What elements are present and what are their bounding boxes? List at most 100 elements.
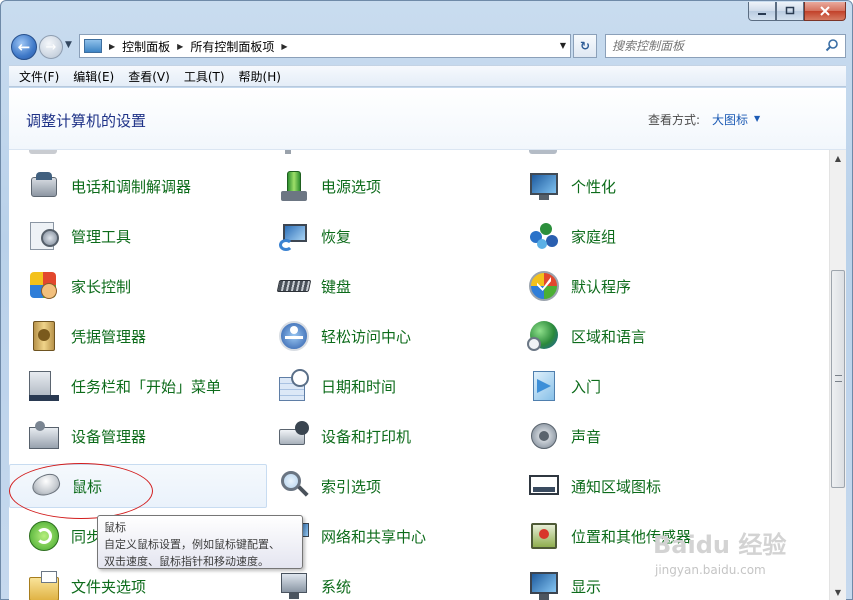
breadcrumb-arrow-icon[interactable]: ▶ — [281, 42, 287, 51]
control-panel-item[interactable]: 区域和语言 — [509, 314, 789, 358]
display-icon — [527, 569, 561, 600]
breadcrumb-arrow-icon[interactable]: ▶ — [109, 42, 115, 51]
chevron-down-icon[interactable]: ▼ — [754, 114, 760, 123]
menu-tools[interactable]: 工具(T) — [184, 68, 225, 85]
control-panel-item-label[interactable]: 显示 — [571, 576, 601, 597]
sound-icon — [527, 419, 561, 453]
system-icon — [277, 569, 311, 600]
control-panel-item-label[interactable]: 区域和语言 — [571, 326, 646, 347]
search-icon[interactable] — [825, 38, 839, 52]
control-panel-item[interactable]: 家庭组 — [509, 214, 789, 258]
control-panel-item-label[interactable]: 家庭组 — [571, 226, 616, 247]
control-panel-item[interactable]: 管理工具 — [9, 214, 267, 258]
back-button[interactable]: ← — [11, 34, 37, 60]
breadcrumb-all-items[interactable]: 所有控制面板项 — [190, 38, 274, 55]
ease-of-access-icon — [277, 319, 311, 353]
credential-manager-icon — [27, 319, 61, 353]
control-panel-item[interactable]: 电话和调制解调器 — [9, 164, 267, 208]
control-panel-item[interactable]: 系统 — [259, 564, 509, 600]
control-panel-item[interactable]: 日期和时间 — [259, 364, 509, 408]
page-title: 调整计算机的设置 — [26, 112, 147, 130]
menu-bar: 文件(F) 编辑(E) 查看(V) 工具(T) 帮助(H) — [9, 65, 846, 87]
control-panel-item-label[interactable]: 设备和打印机 — [321, 426, 411, 447]
control-panel-item-label[interactable]: 系统 — [321, 576, 351, 597]
recent-pages-dropdown[interactable]: ▼ — [65, 40, 75, 52]
control-panel-item[interactable]: 家长控制 — [9, 264, 267, 308]
content-header: 调整计算机的设置 查看方式: 大图标 ▼ — [9, 88, 846, 150]
partial-item-icon — [29, 150, 57, 154]
address-bar[interactable]: ▶ 控制面板 ▶ 所有控制面板项 ▶ ▼ — [79, 34, 571, 58]
control-panel-item[interactable]: 默认程序 — [509, 264, 789, 308]
control-panel-item[interactable]: 设备和打印机 — [259, 414, 509, 458]
control-panel-item[interactable]: 通知区域图标 — [509, 464, 789, 508]
control-panel-item-label[interactable]: 管理工具 — [71, 226, 131, 247]
window-frame: ← → ▼ ▶ 控制面板 ▶ 所有控制面板项 ▶ ▼ ↻ 文件(F) 编辑(E)… — [0, 0, 853, 600]
control-panel-item-label[interactable]: 设备管理器 — [71, 426, 146, 447]
control-panel-item-label[interactable]: 索引选项 — [321, 476, 381, 497]
menu-help[interactable]: 帮助(H) — [239, 68, 281, 85]
breadcrumb-arrow-icon[interactable]: ▶ — [177, 42, 183, 51]
control-panel-item[interactable]: 任务栏和「开始」菜单 — [9, 364, 267, 408]
breadcrumb: ▶ 控制面板 ▶ 所有控制面板项 ▶ — [102, 38, 295, 55]
control-panel-item-label[interactable]: 默认程序 — [571, 276, 631, 297]
maximize-button[interactable] — [776, 2, 804, 21]
devices-printers-icon — [277, 419, 311, 453]
control-panel-item-label[interactable]: 轻松访问中心 — [321, 326, 411, 347]
control-panel-item[interactable]: 个性化 — [509, 164, 789, 208]
control-panel-item-label[interactable]: 日期和时间 — [321, 376, 396, 397]
menu-edit[interactable]: 编辑(E) — [73, 68, 114, 85]
scroll-up-button[interactable]: ▲ — [830, 150, 846, 167]
device-manager-icon — [27, 419, 61, 453]
control-panel-item[interactable]: 电源选项 — [259, 164, 509, 208]
minimize-button[interactable] — [748, 2, 776, 21]
search-input[interactable] — [612, 39, 822, 53]
control-panel-item[interactable]: 设备管理器 — [9, 414, 267, 458]
control-panel-item[interactable]: 声音 — [509, 414, 789, 458]
control-panel-item-label[interactable]: 凭据管理器 — [71, 326, 146, 347]
close-icon — [820, 6, 830, 16]
notification-area-icon — [527, 469, 561, 503]
menu-file[interactable]: 文件(F) — [19, 68, 59, 85]
chevron-down-icon: ▼ — [834, 588, 842, 597]
control-panel-item[interactable]: 索引选项 — [259, 464, 509, 508]
indexing-options-icon — [277, 469, 311, 503]
homegroup-icon — [527, 219, 561, 253]
control-panel-item[interactable]: 凭据管理器 — [9, 314, 267, 358]
annotation-ellipse — [9, 463, 153, 519]
control-panel-item-label[interactable]: 文件夹选项 — [71, 576, 146, 597]
control-panel-item-label[interactable]: 通知区域图标 — [571, 476, 661, 497]
control-panel-item[interactable]: 入门 — [509, 364, 789, 408]
control-panel-item-label[interactable]: 个性化 — [571, 176, 616, 197]
control-panel-item[interactable]: 键盘 — [259, 264, 509, 308]
control-panel-item-label[interactable]: 任务栏和「开始」菜单 — [71, 376, 221, 397]
control-panel-item[interactable]: 轻松访问中心 — [259, 314, 509, 358]
scroll-thumb[interactable] — [831, 270, 845, 488]
sync-center-icon — [27, 519, 61, 553]
menu-view[interactable]: 查看(V) — [128, 68, 170, 85]
title-bar — [1, 1, 852, 31]
watermark-url: jingyan.baidu.com — [655, 563, 766, 577]
control-panel-item-label[interactable]: 恢复 — [321, 226, 351, 247]
control-panel-item-label[interactable]: 声音 — [571, 426, 601, 447]
admin-tools-icon — [27, 219, 61, 253]
phone-modem-icon — [27, 169, 61, 203]
getting-started-icon — [527, 369, 561, 403]
control-panel-item-label[interactable]: 家长控制 — [71, 276, 131, 297]
view-by-dropdown[interactable]: 大图标 — [712, 111, 748, 128]
navigation-bar: ← → ▼ ▶ 控制面板 ▶ 所有控制面板项 ▶ ▼ ↻ — [9, 33, 846, 61]
control-panel-item-label[interactable]: 键盘 — [321, 276, 351, 297]
close-button[interactable] — [804, 2, 846, 21]
control-panel-item-label[interactable]: 电源选项 — [321, 176, 381, 197]
partial-item-icon — [529, 150, 557, 154]
control-panel-item-label[interactable]: 电话和调制解调器 — [71, 176, 191, 197]
control-panel-item-label[interactable]: 网络和共享中心 — [321, 526, 426, 547]
tooltip-line: 双击速度、鼠标指针和移动速度。 — [104, 555, 269, 568]
control-panel-item-label[interactable]: 入门 — [571, 376, 601, 397]
control-panel-item[interactable]: 恢复 — [259, 214, 509, 258]
refresh-button[interactable]: ↻ — [573, 34, 597, 58]
breadcrumb-control-panel[interactable]: 控制面板 — [122, 38, 170, 55]
search-box[interactable] — [605, 34, 846, 58]
forward-button[interactable]: → — [39, 35, 63, 59]
address-dropdown-icon[interactable]: ▼ — [560, 41, 566, 50]
power-options-icon — [277, 169, 311, 203]
